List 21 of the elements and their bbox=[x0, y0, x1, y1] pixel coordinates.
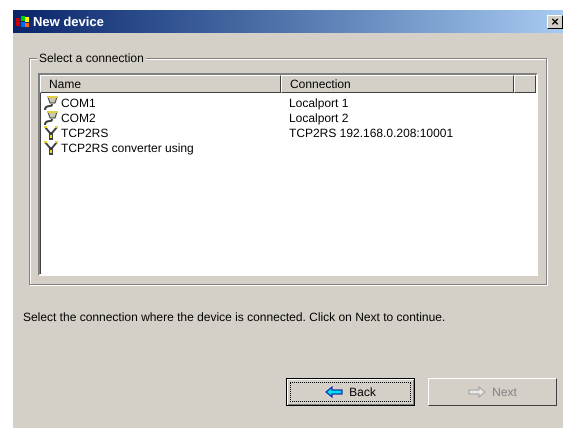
connection-name[interactable]: COM1 bbox=[61, 94, 96, 112]
plug-icon bbox=[43, 94, 59, 110]
connector-icon bbox=[43, 140, 59, 156]
connection-value: Localport 1 bbox=[288, 94, 348, 112]
instruction-text: Select the connection where the device is connected. Click on Next to continue. bbox=[23, 309, 446, 325]
column-header[interactable] bbox=[514, 75, 536, 93]
connector-icon bbox=[43, 124, 59, 140]
back-button[interactable]: Back bbox=[286, 378, 415, 406]
connection-name[interactable]: COM2 bbox=[61, 108, 96, 126]
column-header[interactable]: Name bbox=[40, 75, 281, 93]
connection-value: Localport 2 bbox=[288, 110, 348, 126]
plug-icon bbox=[43, 110, 59, 126]
right-arrow-icon bbox=[468, 386, 486, 398]
connection-name[interactable]: TCP2RS converter using bbox=[61, 138, 194, 156]
close-button[interactable]: × bbox=[547, 14, 563, 28]
connection-value: TCP2RS 192.168.0.208:10001 bbox=[288, 124, 454, 142]
connection-name[interactable]: TCP2RS bbox=[61, 124, 108, 142]
left-arrow-icon bbox=[325, 386, 344, 398]
app-icon bbox=[15, 14, 31, 28]
column-header[interactable]: Connection bbox=[281, 75, 514, 93]
window-title: New device bbox=[33, 12, 104, 31]
